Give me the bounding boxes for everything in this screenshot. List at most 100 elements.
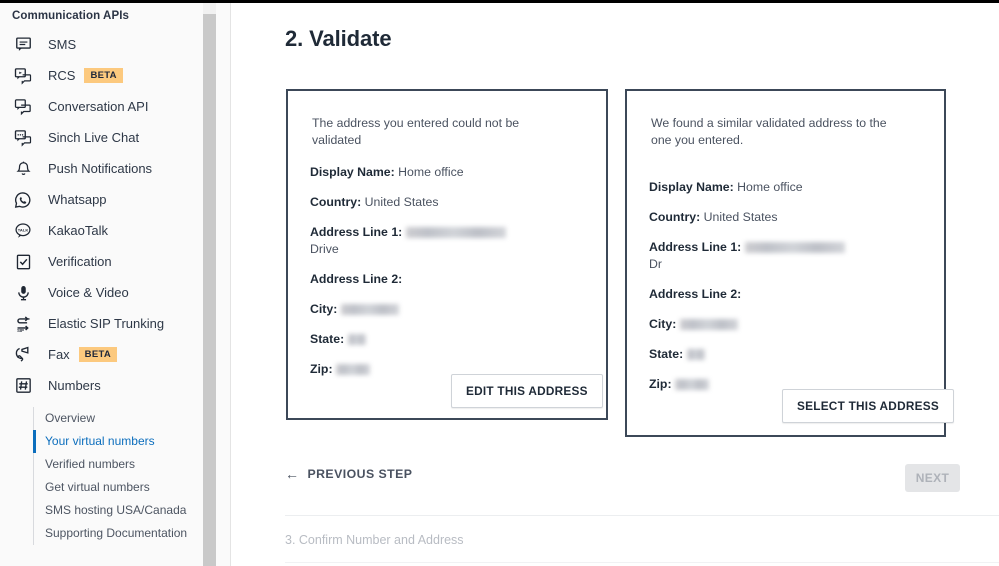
sip-trunk-icon: SIP bbox=[12, 313, 34, 335]
footer-divider bbox=[285, 515, 999, 516]
live-chat-icon bbox=[12, 127, 34, 149]
sidebar-item-label: RCS bbox=[48, 68, 76, 83]
address-field-value: Home office bbox=[398, 165, 464, 179]
kakaotalk-icon: TALK bbox=[12, 220, 34, 242]
sidebar-subnav-list: Overview Your virtual numbers Verified num… bbox=[33, 407, 203, 545]
previous-step-button[interactable]: ← PREVIOUS STEP bbox=[285, 466, 412, 482]
conversation-icon bbox=[12, 96, 34, 118]
sidebar-item-whatsapp[interactable]: Whatsapp bbox=[0, 184, 203, 215]
entered-address-message: The address you entered could not be val… bbox=[312, 116, 520, 147]
svg-text:SIP: SIP bbox=[17, 327, 24, 332]
sidebar-item-label: Conversation API bbox=[48, 99, 149, 114]
sidebar-item-label: Push Notifications bbox=[48, 161, 153, 176]
sidebar-item-conversation-api[interactable]: Conversation API bbox=[0, 91, 203, 122]
address-field-key: Display Name: bbox=[649, 180, 734, 194]
edit-this-address-button[interactable]: EDIT THIS ADDRESS bbox=[451, 374, 603, 408]
page-title: 2. Validate bbox=[285, 26, 392, 51]
bell-icon bbox=[12, 158, 34, 180]
address-field-key: City: bbox=[649, 317, 677, 331]
checkbox-icon bbox=[12, 251, 34, 273]
address-field-key: State: bbox=[649, 347, 684, 361]
address-field-key: Country: bbox=[310, 195, 362, 209]
sidebar-item-label: Verification bbox=[48, 254, 112, 269]
sidebar-subitem-overview[interactable]: Overview bbox=[45, 407, 203, 430]
microphone-icon bbox=[12, 282, 34, 304]
fax-icon bbox=[12, 344, 34, 366]
select-this-address-button[interactable]: SELECT THIS ADDRESS bbox=[782, 389, 954, 423]
sidebar: Communication APIs SMS RCS BETA Conversatio… bbox=[0, 3, 231, 566]
redacted-value bbox=[335, 364, 370, 375]
suggested-address-card: We found a similar validated address to … bbox=[625, 89, 954, 437]
sidebar-item-label: SMS bbox=[48, 37, 77, 52]
sidebar-item-verification[interactable]: Verification bbox=[0, 246, 203, 277]
address-field-value-suffix: Dr bbox=[649, 257, 662, 271]
redacted-value bbox=[674, 379, 709, 390]
sidebar-item-label: Sinch Live Chat bbox=[48, 130, 140, 145]
sidebar-subitem-sms-hosting-usa-canada[interactable]: SMS hosting USA/Canada bbox=[45, 499, 203, 522]
sidebar-item-numbers[interactable]: Numbers bbox=[0, 370, 203, 401]
sidebar-subitem-verified-numbers[interactable]: Verified numbers bbox=[45, 453, 203, 476]
sidebar-subitem-supporting-documentation[interactable]: Supporting Documentation bbox=[45, 522, 203, 545]
redacted-value bbox=[686, 349, 705, 360]
address-field-row: Country: United States bbox=[310, 194, 590, 211]
suggested-address-message: We found a similar validated address to … bbox=[651, 116, 887, 147]
arrow-left-icon: ← bbox=[285, 466, 300, 482]
redacted-value bbox=[679, 319, 738, 330]
address-field-row: Country: United States bbox=[649, 209, 929, 226]
sidebar-item-rcs[interactable]: RCS BETA bbox=[0, 60, 203, 91]
sidebar-subitem-your-virtual-numbers[interactable]: Your virtual numbers bbox=[33, 430, 203, 453]
sidebar-subitem-get-virtual-numbers[interactable]: Get virtual numbers bbox=[45, 476, 203, 499]
svg-text:TALK: TALK bbox=[18, 227, 29, 232]
whatsapp-icon bbox=[12, 189, 34, 211]
sidebar-item-label: KakaoTalk bbox=[48, 223, 108, 238]
address-field-key: City: bbox=[310, 302, 338, 316]
address-field-value-suffix: Drive bbox=[310, 242, 339, 256]
address-field-row: State: bbox=[310, 331, 590, 348]
app-window: Communication APIs SMS RCS BETA Conversatio… bbox=[0, 0, 999, 566]
address-field-key: State: bbox=[310, 332, 345, 346]
address-field-key: Address Line 2: bbox=[310, 272, 403, 286]
step-3-header: 3. Confirm Number and Address bbox=[285, 533, 464, 547]
sidebar-nav-list: SMS RCS BETA Conversation API Sinch Live Cha… bbox=[0, 29, 203, 401]
address-field-row: Address Line 1: Dr bbox=[649, 239, 929, 273]
address-field-key: Zip: bbox=[649, 377, 672, 391]
redacted-value bbox=[340, 304, 399, 315]
redacted-value bbox=[744, 242, 845, 253]
sidebar-item-label: Numbers bbox=[48, 378, 101, 393]
address-field-row: Address Line 2: bbox=[310, 271, 590, 288]
sidebar-item-sms[interactable]: SMS bbox=[0, 29, 203, 60]
redacted-value bbox=[347, 334, 366, 345]
sidebar-section-title: Communication APIs bbox=[12, 10, 130, 22]
address-field-row: City: bbox=[310, 301, 590, 318]
next-button[interactable]: NEXT bbox=[905, 464, 960, 492]
sidebar-item-push-notifications[interactable]: Push Notifications bbox=[0, 153, 203, 184]
sidebar-item-label: Voice & Video bbox=[48, 285, 129, 300]
sidebar-item-elastic-sip-trunking[interactable]: SIP Elastic SIP Trunking bbox=[0, 308, 203, 339]
rcs-icon bbox=[12, 65, 34, 87]
beta-badge: BETA bbox=[84, 68, 123, 83]
address-field-row: Display Name: Home office bbox=[649, 179, 929, 196]
sidebar-item-label: Fax bbox=[48, 347, 70, 362]
sidebar-item-fax[interactable]: Fax BETA bbox=[0, 339, 203, 370]
address-field-value: United States bbox=[364, 195, 439, 209]
redacted-value bbox=[405, 227, 506, 238]
sidebar-item-label: Whatsapp bbox=[48, 192, 107, 207]
address-field-row: Address Line 1: Drive bbox=[310, 224, 590, 258]
previous-step-label: PREVIOUS STEP bbox=[307, 467, 413, 481]
entered-address-fields: Display Name: Home office Country: United… bbox=[310, 164, 590, 391]
hash-number-icon bbox=[12, 375, 34, 397]
main-content: 2. Validate The address you entered coul… bbox=[231, 3, 999, 566]
address-field-row: State: bbox=[649, 346, 929, 363]
suggested-address-fields: Display Name: Home office Country: United… bbox=[649, 179, 929, 406]
address-field-key: Country: bbox=[649, 210, 701, 224]
address-field-key: Zip: bbox=[310, 362, 333, 376]
beta-badge: BETA bbox=[78, 347, 118, 362]
sidebar-scrollbar-thumb[interactable] bbox=[203, 14, 216, 566]
address-field-key: Address Line 1: bbox=[649, 240, 742, 254]
sidebar-item-sinch-live-chat[interactable]: Sinch Live Chat bbox=[0, 122, 203, 153]
address-field-key: Address Line 1: bbox=[310, 225, 403, 239]
address-field-key: Display Name: bbox=[310, 165, 395, 179]
sidebar-item-label: Elastic SIP Trunking bbox=[48, 316, 165, 331]
sidebar-item-voice-video[interactable]: Voice & Video bbox=[0, 277, 203, 308]
sidebar-item-kakaotalk[interactable]: TALK KakaoTalk bbox=[0, 215, 203, 246]
